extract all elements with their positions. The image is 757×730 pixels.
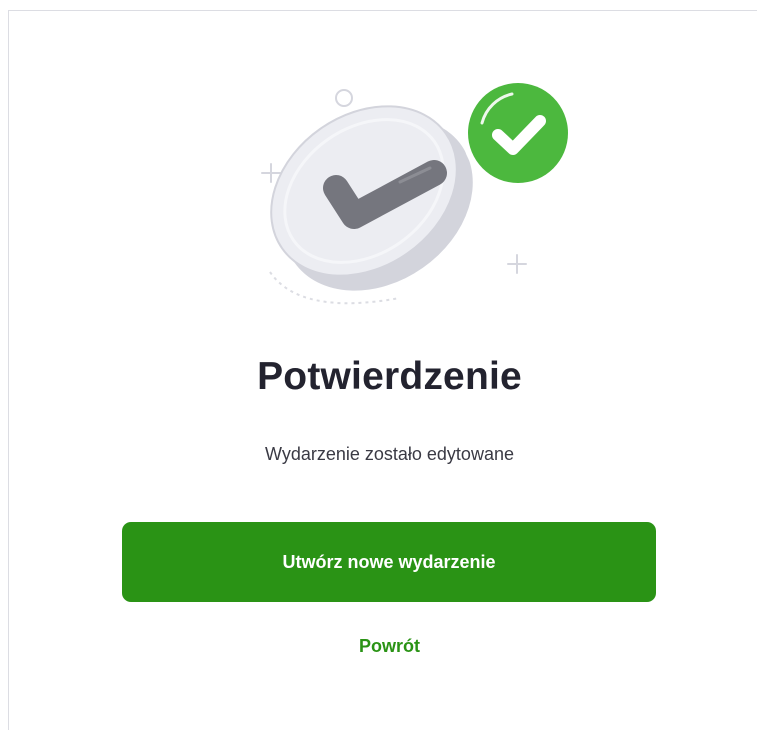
decorative-plus-icon-2: [507, 254, 527, 274]
page-title: Potwierdzenie: [257, 355, 522, 398]
confirmation-message: Wydarzenie zostało edytowane: [265, 444, 514, 464]
decorative-circle-icon: [335, 89, 353, 107]
success-illustration-icon: [261, 78, 574, 305]
back-link[interactable]: Powrót: [0, 636, 757, 657]
create-new-event-button[interactable]: Utwórz nowe wydarzenie: [122, 522, 656, 602]
